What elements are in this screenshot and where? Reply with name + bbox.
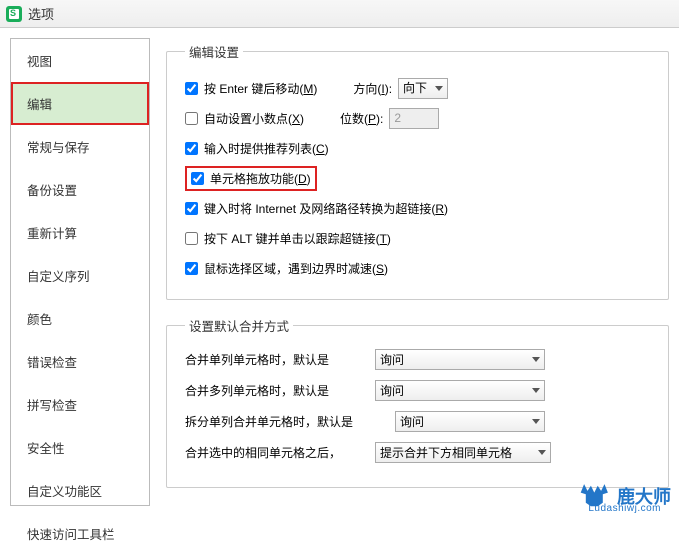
after-merge-same-label: 合并选中的相同单元格之后， [185,444,375,461]
checkbox-hyperlink-input[interactable] [185,202,198,215]
checkbox-decimal-input[interactable] [185,112,198,125]
watermark-sub: Ludashiwj.com [588,503,661,514]
highlighted-option: 单元格拖放功能(D) [185,166,317,191]
edit-settings-legend: 编辑设置 [185,42,243,61]
sidebar-item-view[interactable]: 视图 [11,39,149,82]
checkbox-alt-click-input[interactable] [185,232,198,245]
sidebar-item-spell-check[interactable]: 拼写检查 [11,383,149,426]
app-icon [6,6,22,22]
checkbox-enter-move[interactable]: 按 Enter 键后移动(M) [185,80,317,97]
checkbox-autocomplete[interactable]: 输入时提供推荐列表(C) [185,140,329,157]
checkbox-decimal[interactable]: 自动设置小数点(X) [185,110,304,127]
direction-select[interactable]: 向下 [398,78,448,99]
merge-defaults-legend: 设置默认合并方式 [185,316,293,335]
checkbox-hyperlink[interactable]: 键入时将 Internet 及网络路径转换为超链接(R) [185,200,448,217]
sidebar-item-general-save[interactable]: 常规与保存 [11,125,149,168]
checkbox-autocomplete-input[interactable] [185,142,198,155]
sidebar-item-quick-access[interactable]: 快速访问工具栏 [11,512,149,555]
merge-defaults-group: 设置默认合并方式 合并单列单元格时，默认是 询问 合并多列单元格时，默认是 询问… [166,316,669,488]
sidebar-item-color[interactable]: 颜色 [11,297,149,340]
direction-label: 方向(I): [353,80,392,97]
sidebar-item-customize-ribbon[interactable]: 自定义功能区 [11,469,149,512]
sidebar-item-recalc[interactable]: 重新计算 [11,211,149,254]
checkbox-slow-on-edge[interactable]: 鼠标选择区域，遇到边界时减速(S) [185,260,388,277]
watermark: 鹿大师 Ludashiwj.com [579,482,671,510]
merge-multi-col-select[interactable]: 询问 [375,380,545,401]
edit-settings-group: 编辑设置 按 Enter 键后移动(M) 方向(I): 向下 自动设置小数点(X… [166,42,669,300]
window-title: 选项 [28,4,54,23]
checkbox-enter-move-input[interactable] [185,82,198,95]
checkbox-cell-drag-input[interactable] [191,172,204,185]
split-single-col-select[interactable]: 询问 [395,411,545,432]
sidebar: 视图 编辑 常规与保存 备份设置 重新计算 自定义序列 颜色 错误检查 拼写检查… [10,38,150,506]
merge-multi-col-label: 合并多列单元格时，默认是 [185,382,375,399]
merge-single-col-select[interactable]: 询问 [375,349,545,370]
checkbox-slow-on-edge-input[interactable] [185,262,198,275]
after-merge-same-select[interactable]: 提示合并下方相同单元格 [375,442,551,463]
checkbox-alt-click[interactable]: 按下 ALT 键并单击以跟踪超链接(T) [185,230,391,247]
checkbox-cell-drag[interactable]: 单元格拖放功能(D) [191,170,311,187]
split-single-col-label: 拆分单列合并单元格时，默认是 [185,413,395,430]
places-label: 位数(P): [340,110,383,127]
places-spinner[interactable] [389,108,439,129]
merge-single-col-label: 合并单列单元格时，默认是 [185,351,375,368]
sidebar-item-security[interactable]: 安全性 [11,426,149,469]
sidebar-item-custom-lists[interactable]: 自定义序列 [11,254,149,297]
sidebar-item-edit[interactable]: 编辑 [11,82,149,125]
sidebar-item-backup[interactable]: 备份设置 [11,168,149,211]
sidebar-item-error-check[interactable]: 错误检查 [11,340,149,383]
